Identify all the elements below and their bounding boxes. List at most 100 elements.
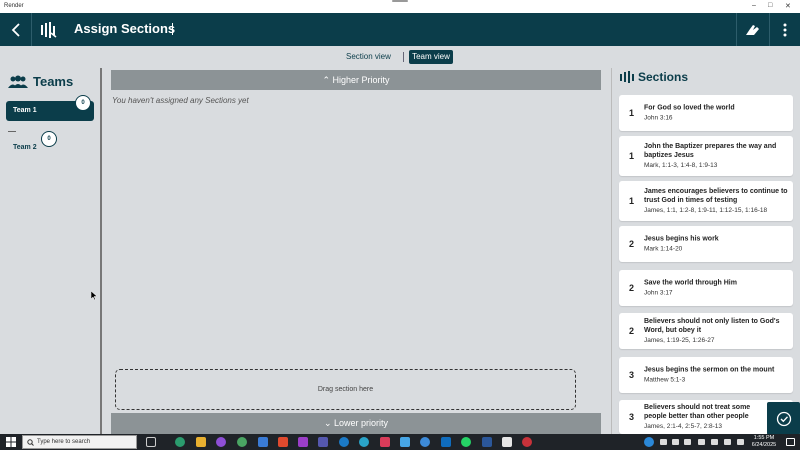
section-card[interactable]: 1 For God so loved the world John 3:16 xyxy=(619,95,793,131)
brave-icon[interactable] xyxy=(278,437,288,447)
people-icon xyxy=(8,75,28,88)
panel-divider xyxy=(611,68,612,434)
drop-zone[interactable]: Drag section here xyxy=(115,369,576,410)
section-card[interactable]: 2 Believers should not only listen to Go… xyxy=(619,313,793,349)
team-count-badge: 0 xyxy=(41,131,57,147)
check-circle-icon xyxy=(776,411,791,426)
section-title: Jesus begins the sermon on the mount xyxy=(644,366,775,374)
section-number: 1 xyxy=(629,196,635,206)
keyboard-icon[interactable] xyxy=(737,439,744,445)
higher-priority-bar[interactable]: ⌃ Higher Priority xyxy=(111,70,601,90)
taskbar-search-input[interactable]: Type here to search xyxy=(22,435,137,449)
section-title: James encourages believers to continue t… xyxy=(644,188,788,204)
app-logo xyxy=(33,13,65,46)
app-icon[interactable] xyxy=(522,437,532,447)
team-label: Team 1 xyxy=(13,107,37,114)
logo-bars-icon xyxy=(41,21,57,38)
toggle-divider xyxy=(403,52,404,62)
section-view-tab[interactable]: Section view xyxy=(346,50,391,64)
notification-icon[interactable] xyxy=(786,438,795,446)
section-reference: James, 1:19-25, 1:26-27 xyxy=(644,337,715,344)
section-title: John the Baptizer prepares the way and b… xyxy=(644,143,777,159)
section-card[interactable]: 1 James encourages believers to continue… xyxy=(619,181,793,221)
search-placeholder: Type here to search xyxy=(37,439,91,445)
section-number: 3 xyxy=(629,370,635,380)
minimize-icon[interactable]: – xyxy=(752,2,756,9)
back-button[interactable] xyxy=(0,13,32,46)
header-divider xyxy=(736,13,737,46)
render-app-icon[interactable] xyxy=(502,437,512,447)
divider xyxy=(8,131,16,132)
window-title: Render xyxy=(4,3,24,9)
hands-icon xyxy=(746,24,759,35)
close-window-icon[interactable]: ✕ xyxy=(785,2,791,10)
section-title: Jesus begins his work xyxy=(644,235,719,243)
taskbar: Type here to search 1:55 PM 6/24/2025 xyxy=(0,434,800,450)
app-icon[interactable] xyxy=(380,437,390,447)
app-header: Assign Sections xyxy=(0,13,800,46)
taskbar-clock[interactable]: 1:55 PM 6/24/2025 xyxy=(748,435,780,449)
chrome-icon[interactable] xyxy=(237,437,247,447)
section-number: 3 xyxy=(629,412,635,422)
section-title: For God so loved the world xyxy=(644,104,735,112)
chevron-down-icon: ⌄ xyxy=(323,418,332,428)
team-view-tab[interactable]: Team view xyxy=(409,50,453,64)
search-icon xyxy=(27,439,34,446)
logo-bars-icon xyxy=(620,71,634,83)
text-cursor xyxy=(172,23,173,35)
task-view-icon[interactable] xyxy=(146,437,156,447)
section-reference: James, 2:1-4, 2:5-7, 2:8-13 xyxy=(644,423,723,430)
chevron-left-icon xyxy=(11,22,20,37)
teams-header: Teams xyxy=(8,74,73,89)
teams-panel: Teams Team 1 0 Team 2 0 xyxy=(0,68,101,434)
section-number: 2 xyxy=(629,283,635,293)
team-label: Team 2 xyxy=(13,144,37,151)
section-number: 2 xyxy=(629,326,635,336)
app-icon[interactable] xyxy=(420,437,430,447)
lower-priority-label: Lower priority xyxy=(334,418,389,428)
done-button[interactable] xyxy=(767,402,800,435)
section-card[interactable]: 2 Jesus begins his work Mark 1:14-20 xyxy=(619,226,793,262)
onenote-icon[interactable] xyxy=(298,437,308,447)
windows-start-icon[interactable] xyxy=(6,437,16,447)
lower-priority-bar[interactable]: ⌄ Lower priority xyxy=(111,413,601,434)
network-icon[interactable] xyxy=(711,439,718,445)
app-icon[interactable] xyxy=(359,437,369,447)
maximize-icon[interactable]: □ xyxy=(768,2,772,9)
app-icon[interactable] xyxy=(400,437,410,447)
microphone-icon[interactable] xyxy=(684,439,691,445)
whatsapp-icon[interactable] xyxy=(461,437,471,447)
team-count-badge: 0 xyxy=(75,95,91,111)
volume-icon[interactable] xyxy=(724,439,731,445)
more-options-button[interactable] xyxy=(771,13,799,46)
window-titlebar: Render – □ ✕ xyxy=(0,0,800,13)
onedrive-icon[interactable] xyxy=(672,439,679,445)
outlook-icon[interactable] xyxy=(441,437,451,447)
window-drag-handle[interactable] xyxy=(392,0,408,2)
file-explorer-icon[interactable] xyxy=(196,437,206,447)
section-card[interactable]: 3 Jesus begins the sermon on the mount Ma… xyxy=(619,357,793,393)
higher-priority-label: Higher Priority xyxy=(332,75,390,85)
assign-hands-button[interactable] xyxy=(738,13,768,46)
help-icon[interactable] xyxy=(644,437,654,447)
app-icon[interactable] xyxy=(339,437,349,447)
section-reference: John 3:16 xyxy=(644,114,673,122)
kebab-menu-icon xyxy=(783,23,787,36)
section-number: 1 xyxy=(629,108,635,118)
section-reference: Matthew 5:1-3 xyxy=(644,376,686,384)
section-card[interactable]: 1 John the Baptizer prepares the way and… xyxy=(619,136,793,176)
app-icon[interactable] xyxy=(216,437,226,447)
panel-splitter[interactable] xyxy=(100,68,102,434)
edge-icon[interactable] xyxy=(175,437,185,447)
battery-icon[interactable] xyxy=(698,439,705,445)
page-title: Assign Sections xyxy=(74,21,176,36)
section-reference: James, 1:1, 1:2-8, 1:9-11, 1:12-15, 1:16… xyxy=(644,207,768,214)
section-reference: Mark 1:14-20 xyxy=(644,245,683,253)
section-card[interactable]: 2 Save the world through Him John 3:17 xyxy=(619,270,793,306)
tray-icon[interactable] xyxy=(660,439,667,445)
app-icon[interactable] xyxy=(258,437,268,447)
section-title: Believers should not treat some people b… xyxy=(644,404,751,420)
section-number: 1 xyxy=(629,151,635,161)
word-icon[interactable] xyxy=(482,437,492,447)
teams-icon[interactable] xyxy=(318,437,328,447)
